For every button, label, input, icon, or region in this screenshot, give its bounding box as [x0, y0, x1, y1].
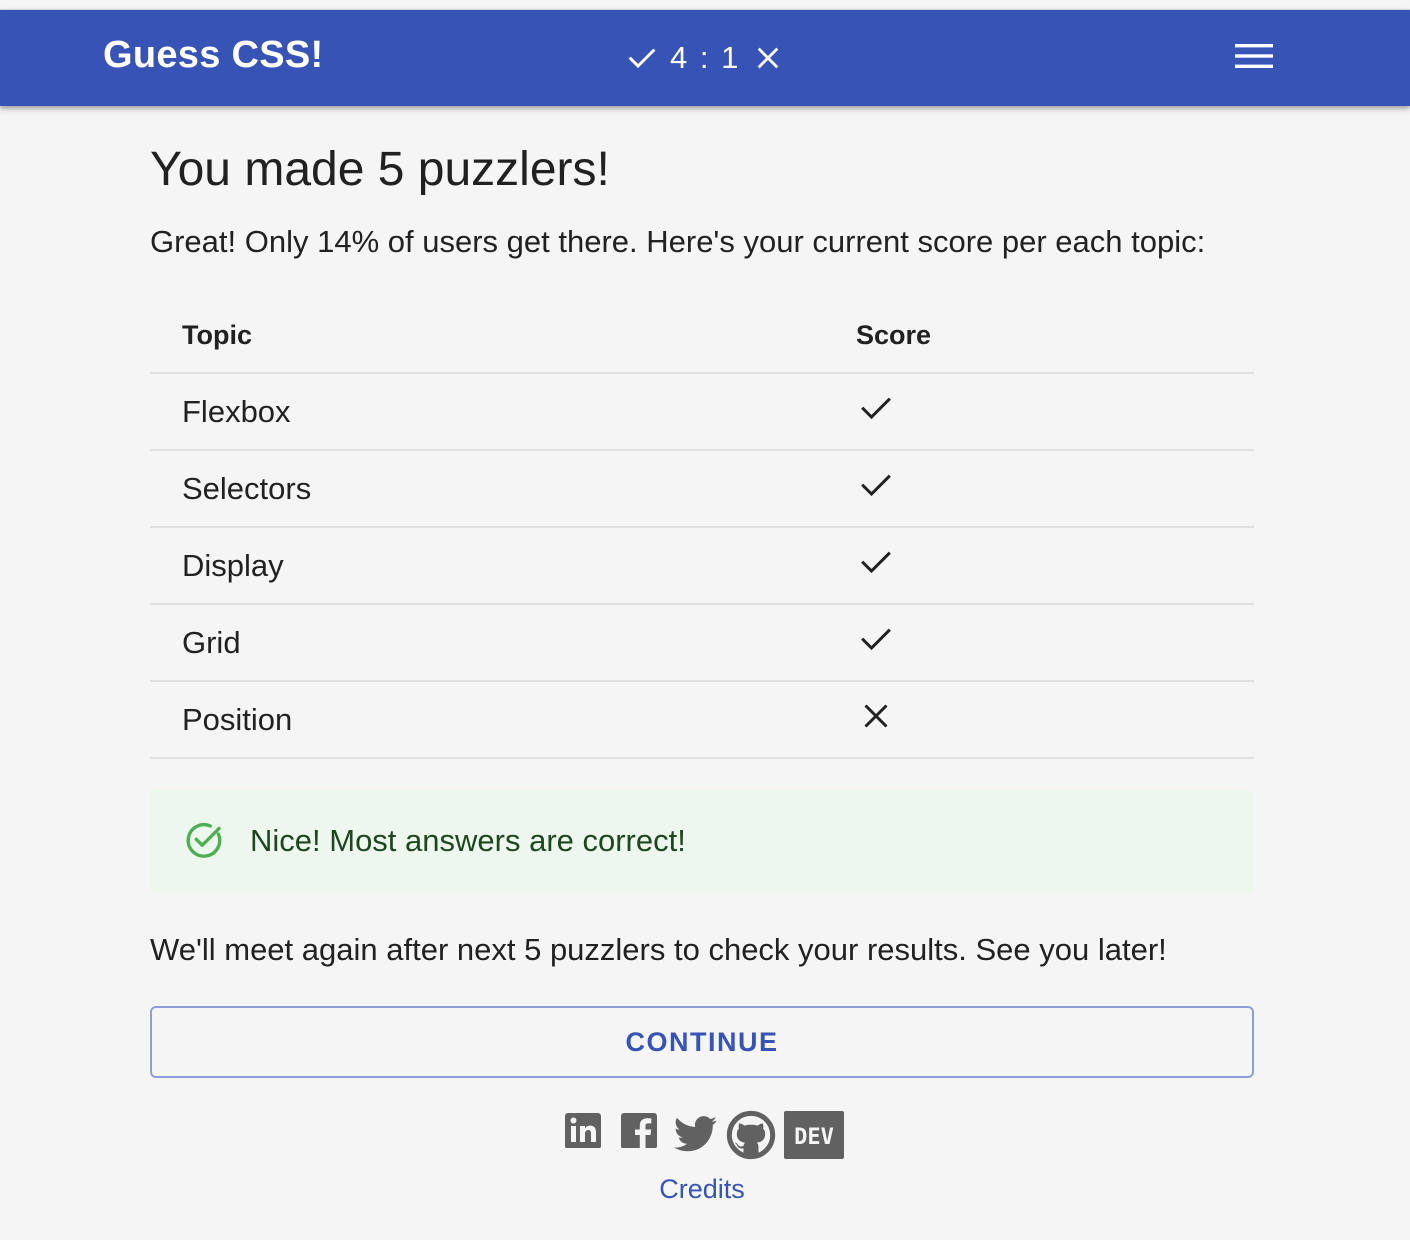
app-title[interactable]: Guess CSS!	[103, 34, 324, 77]
check-icon	[858, 621, 894, 657]
browser-top-strip	[0, 0, 1410, 10]
topic-cell: Position	[182, 702, 293, 737]
table-row: Position	[150, 682, 1254, 759]
topic-cell: Grid	[182, 625, 241, 660]
table-row: Grid	[150, 605, 1254, 682]
continue-button[interactable]: CONTINUE	[150, 1006, 1254, 1078]
table-row: Selectors	[150, 451, 1254, 528]
github-icon[interactable]	[726, 1110, 776, 1165]
table-row: Flexbox	[150, 374, 1254, 451]
score-table: Topic Score Flexbox Selectors Display Gr…	[150, 294, 1254, 759]
credits-link[interactable]: Credits	[150, 1174, 1254, 1205]
hamburger-menu-icon	[1235, 43, 1273, 74]
column-header-topic: Topic	[182, 320, 252, 350]
footer-message: We'll meet again after next 5 puzzlers t…	[150, 932, 1167, 967]
linkedin-icon[interactable]	[564, 1110, 602, 1153]
check-icon	[858, 390, 894, 426]
twitter-icon[interactable]	[673, 1116, 718, 1157]
alert-message: Nice! Most answers are correct!	[250, 823, 686, 858]
score-text: 4 : 1	[670, 40, 741, 75]
topic-cell: Selectors	[182, 471, 312, 506]
check-icon	[858, 467, 894, 503]
dev-icon[interactable]: DEV	[784, 1111, 844, 1164]
menu-button[interactable]	[1226, 38, 1282, 78]
social-links: DEV	[564, 1110, 844, 1160]
column-header-score: Score	[856, 320, 932, 350]
page-title: You made 5 puzzlers!	[150, 143, 610, 196]
intro-text: Great! Only 14% of users get there. Here…	[150, 224, 1206, 259]
topic-cell: Display	[182, 548, 284, 583]
topic-cell: Flexbox	[182, 394, 291, 429]
success-alert: Nice! Most answers are correct!	[150, 790, 1254, 893]
check-icon	[626, 42, 658, 74]
app-bar: Guess CSS! 4 : 1	[0, 10, 1410, 106]
svg-text:DEV: DEV	[794, 1125, 834, 1150]
score-counter: 4 : 1	[626, 38, 782, 78]
check-circle-icon	[183, 819, 225, 866]
check-icon	[858, 544, 894, 580]
table-row: Display	[150, 528, 1254, 605]
table-header-row: Topic Score	[150, 294, 1254, 374]
close-icon	[858, 698, 894, 734]
facebook-icon[interactable]	[620, 1110, 658, 1153]
close-icon	[754, 44, 782, 72]
